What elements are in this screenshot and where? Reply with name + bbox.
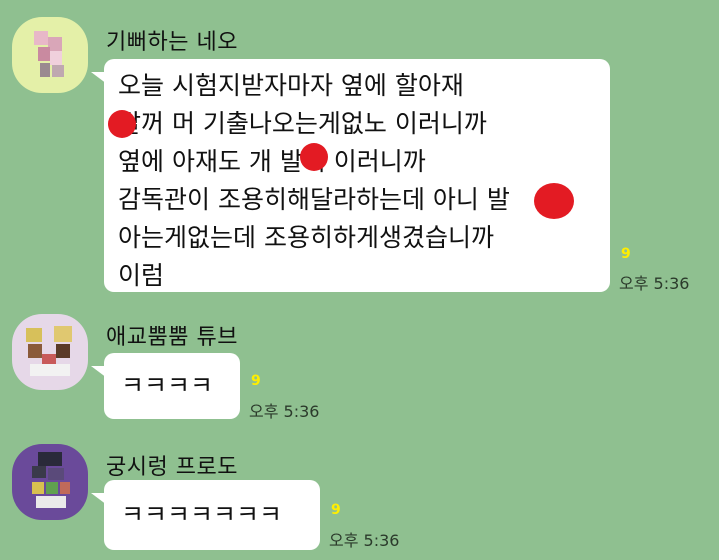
message-bubble[interactable]: 오늘 시험지받자마자 옆에 할아재 발꺼 머 기출나오는게없노 이러니까 옆에 …: [104, 59, 610, 292]
sender-name: 궁시렁 프로도: [106, 455, 238, 480]
avatar-pixel: [30, 364, 70, 376]
sender-name: 기뻐하는 네오: [106, 30, 238, 55]
bubble-tail: [91, 493, 107, 505]
avatar[interactable]: [12, 314, 88, 390]
message-line: 옆에 아재도 개 발꺼 이러니까: [118, 147, 426, 176]
avatar-pixel: [28, 344, 42, 358]
unread-count: 9: [331, 502, 341, 518]
avatar-pixel: [38, 452, 62, 466]
avatar-pixel: [60, 482, 70, 494]
unread-count: 9: [251, 373, 261, 389]
avatar-pixel: [52, 65, 64, 77]
avatar-pixel: [34, 31, 48, 45]
avatar-pixel: [38, 47, 50, 61]
avatar-pixel: [26, 328, 42, 342]
censor-dot: [534, 183, 574, 219]
unread-count: 9: [621, 246, 631, 262]
avatar-pixel: [54, 326, 72, 342]
timestamp: 오후 5:36: [249, 402, 320, 421]
avatar-pixel: [32, 482, 44, 494]
avatar-pixel: [40, 63, 50, 77]
message-bubble[interactable]: ㅋㅋㅋㅋ: [104, 353, 240, 419]
message-line: 발꺼 머 기출나오는게없노 이러니까: [118, 109, 487, 138]
message-bubble[interactable]: ㅋㅋㅋㅋㅋㅋㅋ: [104, 480, 320, 550]
avatar[interactable]: [12, 444, 88, 520]
avatar-pixel: [48, 37, 62, 51]
bubble-tail: [91, 366, 107, 378]
bubble-tail: [91, 72, 107, 84]
sender-name: 애교뿜뿜 튜브: [106, 325, 238, 350]
message-line: ㅋㅋㅋㅋ: [121, 371, 214, 400]
avatar-pixel: [48, 468, 64, 480]
message-line: 오늘 시험지받자마자 옆에 할아재: [118, 71, 464, 100]
censor-dot: [108, 110, 136, 138]
avatar-pixel: [36, 496, 66, 508]
avatar[interactable]: [12, 17, 88, 93]
censor-dot: [300, 143, 328, 171]
timestamp: 오후 5:36: [619, 274, 690, 293]
message-line: ㅋㅋㅋㅋㅋㅋㅋ: [121, 500, 283, 529]
timestamp: 오후 5:36: [329, 531, 400, 550]
avatar-pixel: [50, 51, 62, 65]
message-line: 아는게없는데 조용히하게생겼습니까: [118, 223, 494, 252]
message-line: 이럼: [118, 261, 165, 290]
avatar-pixel: [46, 482, 58, 494]
avatar-pixel: [32, 466, 46, 478]
avatar-pixel: [56, 344, 70, 358]
